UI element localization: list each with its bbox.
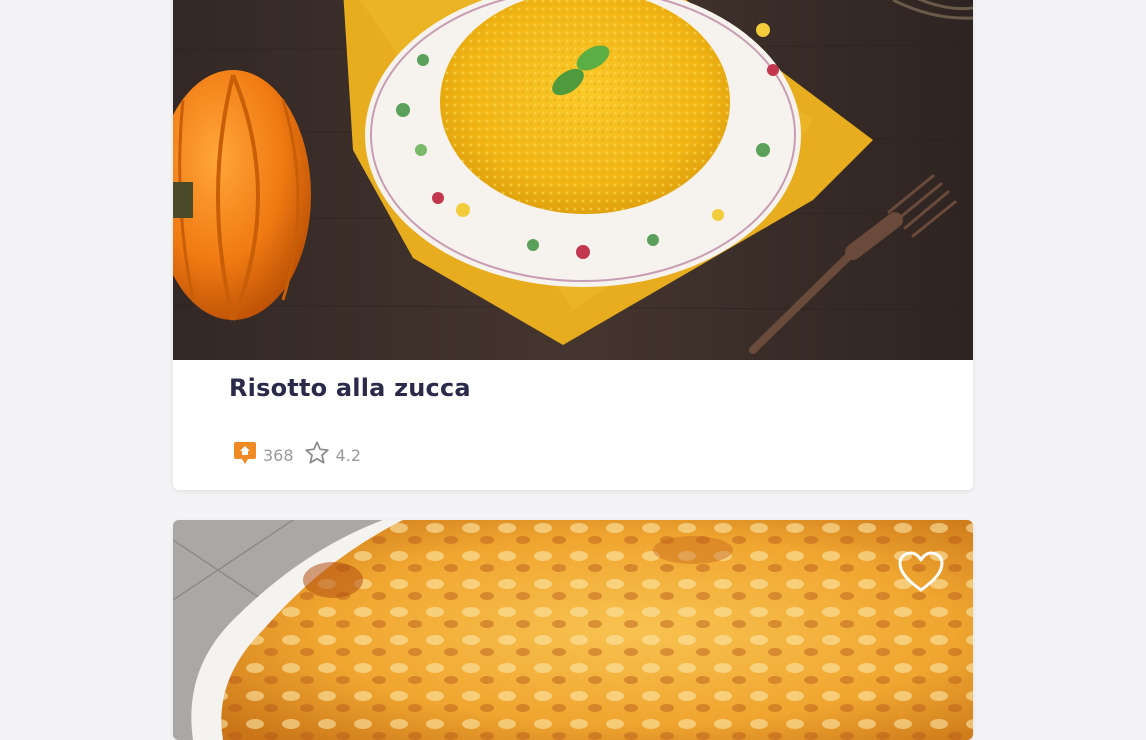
comments-stat: 368 — [233, 440, 294, 470]
comments-count: 368 — [263, 445, 294, 465]
recipe-title[interactable]: Risotto alla zucca — [229, 374, 471, 402]
star-outline-icon — [304, 440, 330, 470]
rating-stat: 4.2 — [304, 440, 361, 470]
favorite-button[interactable] — [897, 550, 945, 594]
comments-icon — [233, 440, 257, 470]
recipe-meta: 368 4.2 — [233, 440, 361, 470]
recipe-photo-risotto[interactable] — [173, 0, 973, 360]
recipe-photo-pasta[interactable] — [173, 520, 973, 740]
risotto-photo — [173, 0, 973, 360]
recipe-card-risotto[interactable]: Risotto alla zucca 368 4.2 — [173, 0, 973, 490]
heart-outline-icon — [897, 551, 945, 598]
recipe-card-pasta[interactable] — [173, 520, 973, 740]
rating-value: 4.2 — [335, 445, 361, 465]
pasta-photo — [173, 520, 973, 740]
